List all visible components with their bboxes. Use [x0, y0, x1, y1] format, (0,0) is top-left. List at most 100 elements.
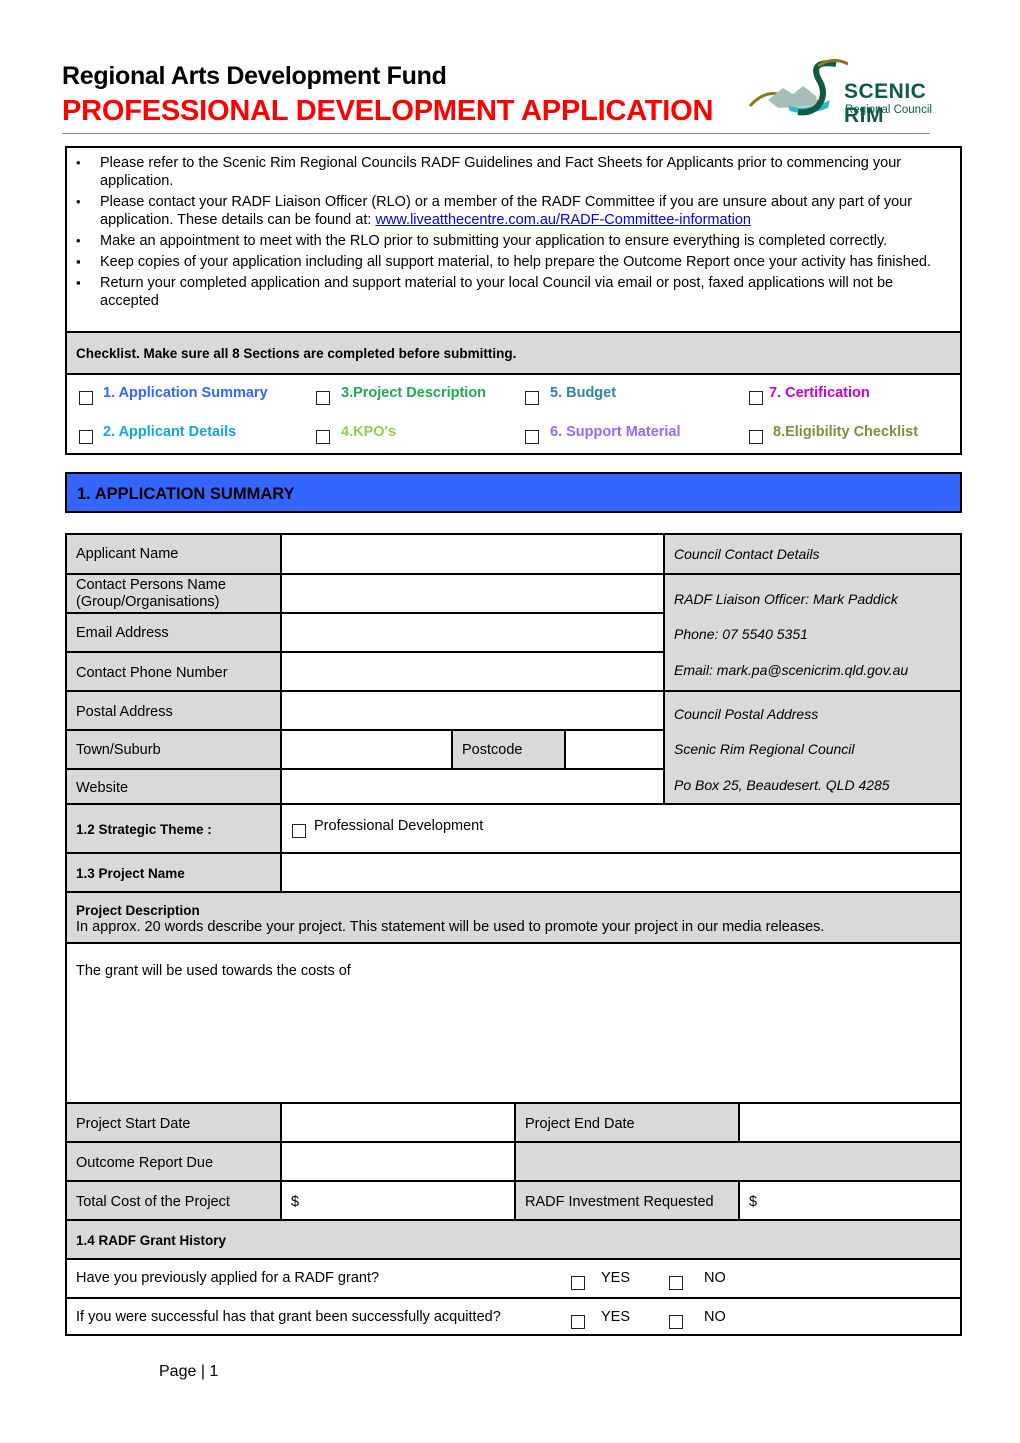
checklist-item-budget: 5. Budget [550, 385, 617, 401]
bullet-icon: • [76, 233, 81, 248]
square-bullet-icon: ▪ [76, 275, 81, 290]
q1-no-label: NO [704, 1270, 726, 1286]
contact-person-label: Contact Persons Name (Group/Organisation… [67, 573, 280, 612]
instruction-item: • Please refer to the Scenic Rim Regiona… [67, 154, 960, 190]
q1-yes-label: YES [601, 1270, 631, 1286]
checkbox-support-material[interactable] [525, 430, 539, 444]
instruction-item: ▪ Keep copies of your application includ… [67, 253, 960, 271]
checklist-item-applicant-details: 2. Applicant Details [103, 424, 237, 440]
total-cost-label: Total Cost of the Project [67, 1180, 280, 1219]
strategic-theme-options: Professional Development [280, 803, 960, 852]
checkbox-professional-development[interactable] [292, 824, 306, 838]
email-input[interactable] [280, 612, 663, 651]
grant-question-text: If you were successful has that grant be… [76, 1309, 501, 1325]
grant-history-heading: 1.4 RADF Grant History [67, 1219, 960, 1258]
instruction-text: Make an appointment to meet with the RLO… [100, 233, 888, 249]
council-contact-details: RADF Liaison Officer: Mark Paddick Phone… [663, 573, 960, 690]
applicant-name-input[interactable] [280, 535, 663, 573]
strategic-theme-option-label: Professional Development [314, 818, 484, 834]
radf-committee-link[interactable]: www.liveatthecentre.com.au/RADF-Committe… [375, 212, 751, 228]
council-postal-heading: Council Postal Address [674, 706, 819, 722]
project-description-heading: Project Description [76, 903, 200, 918]
total-cost-input[interactable]: $ [280, 1180, 514, 1219]
outcome-report-input[interactable] [280, 1141, 514, 1180]
checklist-item-support-material: 6. Support Material [550, 424, 681, 440]
scenic-rim-logo-icon [748, 59, 848, 116]
town-label: Town/Suburb [67, 729, 280, 768]
checkbox-eligibility-checklist[interactable] [749, 430, 763, 444]
section-header-application-summary: 1. APPLICATION SUMMARY [65, 472, 962, 513]
council-postal-line1: Scenic Rim Regional Council [674, 741, 855, 757]
checkbox-q2-yes[interactable] [571, 1315, 585, 1329]
square-bullet-icon: ▪ [76, 254, 81, 269]
council-postal-details: Council Postal Address Scenic Rim Region… [663, 690, 960, 803]
project-description-instructions: In approx. 20 words describe your projec… [76, 919, 825, 935]
council-liaison-officer: RADF Liaison Officer: Mark Paddick [674, 591, 898, 607]
instruction-item: ▪ Return your completed application and … [67, 274, 960, 310]
checkbox-q1-yes[interactable] [571, 1276, 585, 1290]
project-end-date-label: Project End Date [514, 1102, 738, 1141]
instruction-text: Return your completed application and su… [100, 275, 894, 309]
checklist-item-application-summary: 1. Application Summary [103, 385, 268, 401]
document-title: Regional Arts Development Fund [62, 62, 447, 90]
checklist-item-eligibility-checklist: 8.Eligibility Checklist [773, 424, 919, 440]
outcome-report-filler [514, 1141, 960, 1180]
radf-investment-label: RADF Investment Requested [514, 1180, 738, 1219]
website-label: Website [67, 768, 280, 803]
contact-person-label-line1: Contact Persons Name [76, 577, 226, 593]
phone-label: Contact Phone Number [67, 651, 280, 690]
postcode-label: Postcode [451, 729, 564, 768]
postal-address-label: Postal Address [67, 690, 280, 729]
bullet-icon: • [76, 194, 81, 209]
checkbox-budget[interactable] [525, 391, 539, 405]
checkbox-certification[interactable] [749, 391, 763, 405]
checkbox-q2-no[interactable] [669, 1315, 683, 1329]
contact-person-label-line2: (Group/Organisations) [76, 594, 220, 610]
project-start-date-label: Project Start Date [67, 1102, 280, 1141]
contact-person-input[interactable] [280, 573, 663, 612]
checkbox-project-description[interactable] [316, 391, 330, 405]
applicant-name-label: Applicant Name [67, 535, 280, 573]
checkbox-q1-no[interactable] [669, 1276, 683, 1290]
council-phone: Phone: 07 5540 5351 [674, 626, 808, 642]
postcode-input[interactable] [564, 729, 663, 768]
project-description-textarea[interactable]: The grant will be used towards the costs… [67, 942, 960, 1102]
project-name-input[interactable] [280, 852, 960, 891]
project-description-header: Project Description In approx. 20 words … [67, 891, 960, 942]
council-postal-line2: Po Box 25, Beaudesert. QLD 4285 [674, 777, 890, 793]
checkbox-application-summary[interactable] [79, 391, 93, 405]
grant-question-row: If you were successful has that grant be… [67, 1297, 960, 1334]
outcome-report-label: Outcome Report Due [67, 1141, 280, 1180]
project-start-date-input[interactable] [280, 1102, 514, 1141]
page-number: Page | 1 [159, 1363, 219, 1380]
instruction-item: • Make an appointment to meet with the R… [67, 232, 960, 250]
council-contact-heading: Council Contact Details [663, 535, 960, 573]
q2-no-label: NO [704, 1309, 726, 1325]
radf-investment-input[interactable]: $ [738, 1180, 960, 1219]
instructions-box: • Please refer to the Scenic Rim Regiona… [65, 146, 962, 455]
instruction-text: Keep copies of your application includin… [100, 254, 931, 270]
email-label: Email Address [67, 612, 280, 651]
checkbox-kpos[interactable] [316, 430, 330, 444]
project-name-label: 1.3 Project Name [67, 852, 280, 891]
council-email: Email: mark.pa@scenicrim.qld.gov.au [674, 662, 909, 678]
document-subtitle: PROFESSIONAL DEVELOPMENT APPLICATION [62, 95, 714, 127]
phone-input[interactable] [280, 651, 663, 690]
checkbox-applicant-details[interactable] [79, 430, 93, 444]
q2-yes-label: YES [601, 1309, 631, 1325]
instructions-list: • Please refer to the Scenic Rim Regiona… [67, 154, 960, 313]
grant-question-text: Have you previously applied for a RADF g… [76, 1270, 380, 1286]
postal-address-input[interactable] [280, 690, 663, 729]
header-divider [62, 133, 930, 134]
town-input[interactable] [280, 729, 451, 768]
instruction-item: • Please contact your RADF Liaison Offic… [67, 193, 960, 229]
checklist-item-project-description: 3.Project Description [341, 385, 487, 401]
checklist-heading: Checklist. Make sure all 8 Sections are … [67, 331, 960, 375]
website-input[interactable] [280, 768, 663, 803]
strategic-theme-label: 1.2 Strategic Theme : [67, 803, 280, 852]
grant-question-row: Have you previously applied for a RADF g… [67, 1258, 960, 1297]
project-end-date-input[interactable] [738, 1102, 960, 1141]
checklist-item-certification: 7. Certification [769, 385, 870, 401]
instruction-text: Please refer to the Scenic Rim Regional … [100, 155, 902, 189]
logo-subtitle: Regional Council [845, 104, 932, 116]
